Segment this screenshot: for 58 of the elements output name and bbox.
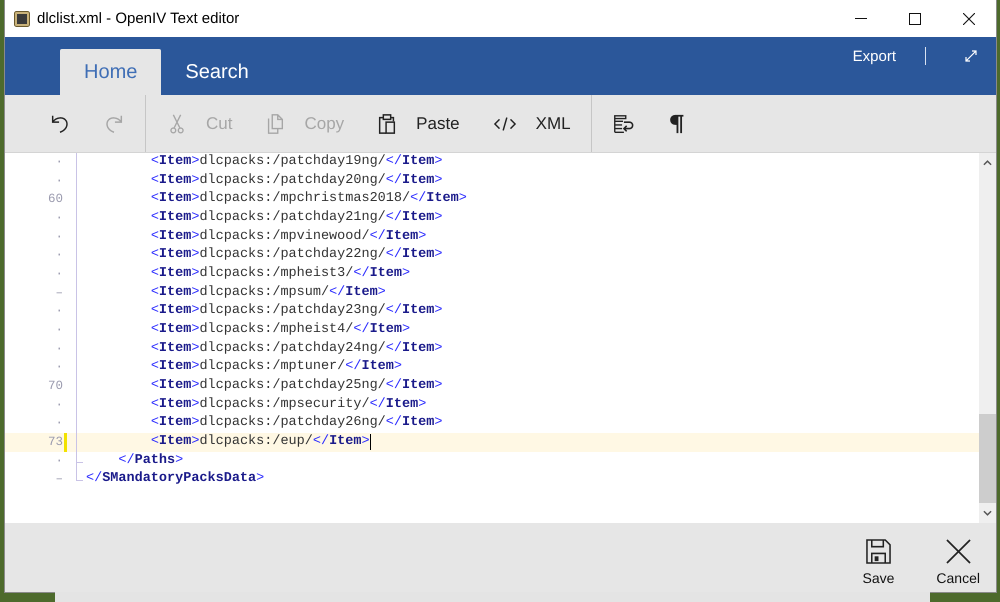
window-title: dlclist.xml - OpenIV Text editor — [37, 10, 240, 27]
code-editor[interactable] — [5, 152, 996, 523]
line-number: · — [54, 396, 63, 414]
line-number: 70 — [46, 378, 63, 395]
line-number: · — [54, 154, 63, 171]
save-button[interactable]: Save — [852, 539, 904, 587]
code-line: <Item>dlcpacks:/patchday19ng/</Item> — [150, 153, 442, 171]
code-line: <Item>dlcpacks:/patchday26ng/</Item> — [150, 414, 442, 432]
export-button[interactable]: Export — [852, 48, 896, 64]
line-number: · — [54, 172, 63, 190]
line-number: · — [54, 322, 63, 339]
line-number: · — [54, 340, 63, 358]
line-number: – — [54, 471, 63, 488]
line-number: · — [54, 415, 63, 432]
code-line: </Paths> — [118, 452, 184, 470]
line-number: 73 — [46, 434, 63, 451]
ribbon-tab[interactable]: Home — [60, 49, 162, 95]
xml-button[interactable]: XML — [480, 95, 583, 152]
code-line: <Item>dlcpacks:/patchday20ng/</Item> — [150, 172, 442, 190]
maximize-icon — [909, 12, 921, 24]
code-line: <Item>dlcpacks:/mpheist3/</Item> — [150, 264, 410, 283]
word-wrap-icon — [612, 112, 634, 134]
expand-button[interactable] — [965, 50, 977, 62]
chevron-up-icon — [983, 160, 992, 166]
close-icon — [963, 12, 975, 24]
ribbon-tab[interactable]: Search — [161, 49, 273, 95]
line-number: · — [54, 247, 63, 264]
text-cursor-icon — [370, 434, 371, 450]
code-line: <Item>dlcpacks:/eup/</Item> — [150, 432, 370, 451]
paste-button[interactable]: Paste — [364, 95, 472, 152]
code-line: <Item>dlcpacks:/mpheist4/</Item> — [150, 320, 410, 339]
line-number: · — [54, 228, 63, 246]
code-line: <Item>dlcpacks:/mpsum/</Item> — [150, 284, 386, 302]
code-line: <Item>dlcpacks:/mpchristmas2018/</Item> — [150, 190, 467, 208]
scrollbar[interactable] — [979, 153, 996, 523]
line-number: – — [54, 284, 63, 302]
code-line: <Item>dlcpacks:/patchday21ng/</Item> — [150, 208, 442, 227]
line-number: · — [54, 266, 63, 283]
scrollbar-thumb[interactable] — [979, 414, 996, 503]
code-line: <Item>dlcpacks:/mptuner/</Item> — [150, 358, 402, 376]
code-line: <Item>dlcpacks:/mpsecurity/</Item> — [150, 396, 426, 414]
code-line: <Item>dlcpacks:/mpvinewood/</Item> — [150, 228, 426, 246]
line-number: · — [54, 359, 63, 376]
expand-icon — [965, 50, 977, 62]
app-icon — [14, 10, 30, 26]
code-line: <Item>dlcpacks:/patchday24ng/</Item> — [150, 340, 442, 358]
cross-icon — [946, 539, 971, 564]
line-number: · — [54, 303, 63, 320]
code-line: <Item>dlcpacks:/patchday23ng/</Item> — [150, 302, 442, 320]
line-number: · — [54, 452, 63, 470]
code-line: </SMandatoryPacksData> — [86, 470, 264, 488]
code-line: <Item>dlcpacks:/patchday22ng/</Item> — [150, 246, 442, 264]
line-number: · — [54, 210, 63, 227]
chevron-down-icon — [983, 510, 992, 516]
minimize-icon — [855, 18, 867, 19]
code-line: <Item>dlcpacks:/patchday25ng/</Item> — [150, 376, 442, 395]
cancel-button[interactable]: Cancel — [926, 539, 990, 587]
line-number: 60 — [46, 191, 63, 208]
